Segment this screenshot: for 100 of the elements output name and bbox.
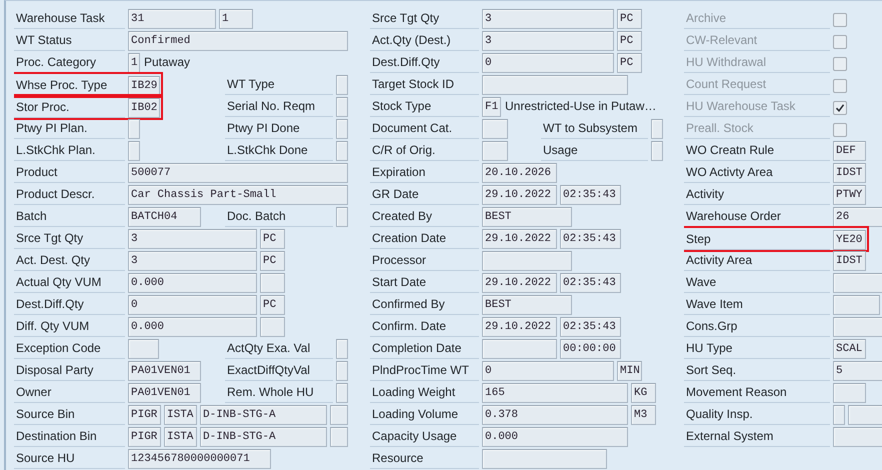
input-field[interactable]: 00:00:00 (560, 339, 621, 359)
input-field[interactable]: IB02 (128, 98, 160, 118)
input-field[interactable]: PTWY (833, 185, 866, 205)
input-field[interactable] (128, 141, 140, 161)
field-label: Stock Type (370, 96, 479, 117)
input-field[interactable]: BEST (482, 295, 572, 315)
field-label: Created By (370, 206, 479, 227)
input-field[interactable] (482, 449, 607, 469)
input-field[interactable]: 3 (128, 251, 257, 271)
checkmark-icon (835, 103, 845, 113)
field-label: Target Stock ID (370, 74, 479, 95)
input-field[interactable]: 20.10.2026 (482, 163, 557, 183)
input-field[interactable]: 29.10.2022 (482, 229, 557, 249)
input-field[interactable] (482, 75, 628, 95)
input-field[interactable]: IDST (833, 251, 866, 271)
input-field[interactable]: 3 (128, 229, 257, 249)
input-field[interactable]: D-INB-STG-A (200, 427, 327, 447)
input-field[interactable]: PA01VEN01 (128, 383, 201, 403)
input-field[interactable]: 29.10.2022 (482, 185, 557, 205)
input-field[interactable]: 0 (482, 361, 614, 381)
input-field[interactable]: 02:35:43 (560, 185, 621, 205)
field-label: Wave Item (684, 294, 830, 315)
input-field[interactable]: PC (617, 9, 642, 29)
input-field[interactable]: 123456780000000071 (128, 449, 271, 469)
input-field[interactable]: 500077 (128, 163, 348, 183)
field-label: Step (684, 229, 830, 250)
input-field[interactable]: 5 (833, 361, 882, 381)
input-field[interactable] (128, 339, 159, 359)
input-field[interactable]: 3 (482, 31, 614, 51)
input-field[interactable]: KG (631, 383, 656, 403)
input-field[interactable] (336, 75, 348, 95)
input-field[interactable] (336, 339, 348, 359)
input-field[interactable]: PC (260, 295, 285, 315)
input-field[interactable]: 02:35:43 (560, 317, 621, 337)
input-field[interactable]: 0.378 (482, 405, 628, 425)
input-field[interactable] (260, 273, 285, 293)
input-field[interactable] (833, 273, 882, 293)
input-field[interactable]: 02:35:43 (560, 273, 621, 293)
input-field[interactable] (336, 119, 348, 139)
input-field[interactable] (128, 119, 140, 139)
input-field[interactable] (833, 295, 880, 315)
input-field[interactable] (330, 405, 348, 425)
input-field[interactable]: Confirmed (128, 31, 348, 51)
input-field[interactable]: IB29 (128, 76, 160, 96)
input-field[interactable]: ISTA (164, 427, 197, 447)
input-field[interactable]: 29.10.2022 (482, 317, 557, 337)
input-field[interactable]: 1 (128, 53, 140, 73)
input-field[interactable] (833, 383, 866, 403)
field-label: Destination Bin (14, 426, 125, 447)
input-field[interactable] (336, 361, 348, 381)
input-field[interactable]: 0.000 (128, 317, 257, 337)
input-field[interactable]: MIN (617, 361, 642, 381)
input-field[interactable]: 29.10.2022 (482, 273, 557, 293)
input-field[interactable] (482, 119, 508, 139)
input-field[interactable]: PIGR (128, 427, 161, 447)
input-field[interactable]: 0 (482, 53, 614, 73)
input-field[interactable]: PC (617, 53, 642, 73)
input-field[interactable]: F1 (482, 97, 501, 117)
input-field[interactable]: YE20 (833, 230, 866, 250)
field-label: Expiration (370, 162, 479, 183)
input-field[interactable] (651, 119, 663, 139)
input-field[interactable]: 0.000 (128, 273, 257, 293)
input-field[interactable]: PC (260, 229, 285, 249)
input-field[interactable]: 0.000 (482, 427, 628, 447)
input-field[interactable]: PC (260, 251, 285, 271)
input-field[interactable]: 165 (482, 383, 628, 403)
input-field[interactable] (833, 427, 882, 447)
input-field[interactable]: 26 (833, 207, 882, 227)
input-field[interactable]: BATCH04 (128, 207, 201, 227)
input-field[interactable] (336, 97, 348, 117)
input-field[interactable] (833, 317, 882, 337)
input-field[interactable]: M3 (631, 405, 656, 425)
input-field[interactable]: 1 (219, 9, 253, 29)
input-field[interactable] (260, 317, 285, 337)
input-field[interactable]: 0 (128, 295, 257, 315)
input-field[interactable]: 02:35:43 (560, 229, 621, 249)
input-field[interactable] (482, 251, 572, 271)
input-field[interactable] (336, 383, 348, 403)
field-label: Preall. Stock (684, 118, 830, 139)
input-field[interactable] (336, 141, 348, 161)
input-field[interactable]: D-INB-STG-A (200, 405, 327, 425)
input-field[interactable]: BEST (482, 207, 572, 227)
input-field[interactable]: Car Chassis Part-Small (128, 185, 348, 205)
input-field[interactable]: 31 (128, 9, 216, 29)
input-field[interactable]: ISTA (164, 405, 197, 425)
input-field[interactable] (336, 207, 348, 227)
input-field[interactable]: DEF (833, 141, 866, 161)
input-field[interactable]: PIGR (128, 405, 161, 425)
field-label: Activity Area (684, 250, 830, 271)
input-field[interactable]: PA01VEN01 (128, 361, 201, 381)
input-field[interactable]: IDST (833, 163, 866, 183)
input-field[interactable] (651, 141, 663, 161)
input-field[interactable] (482, 141, 508, 161)
input-field[interactable] (833, 405, 845, 425)
input-field[interactable] (482, 339, 557, 359)
input-field[interactable]: PC (617, 31, 642, 51)
input-field[interactable] (330, 427, 348, 447)
field-label: CW-Relevant (684, 30, 830, 51)
input-field[interactable]: SCAL (833, 339, 866, 359)
input-field[interactable]: 3 (482, 9, 614, 29)
